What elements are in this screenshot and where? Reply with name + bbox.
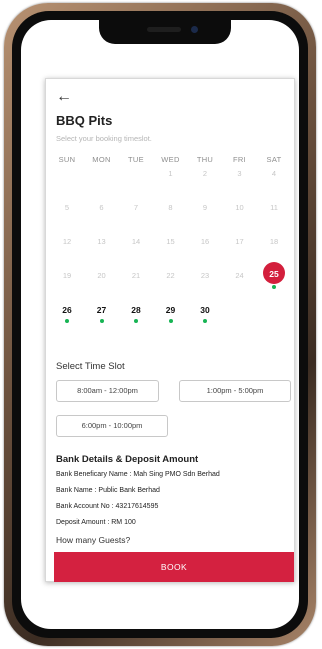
calendar-day-number: 11	[270, 203, 278, 212]
speaker-grille	[147, 27, 181, 32]
calendar-day-number: 26	[62, 305, 72, 315]
calendar-week: 26 27 28 29 30	[46, 293, 294, 327]
calendar-day-number: 25	[269, 269, 279, 279]
calendar-day: 14	[119, 225, 153, 259]
calendar-day-number: 10	[235, 203, 244, 212]
calendar-day-number: 5	[64, 203, 70, 212]
calendar-day[interactable]: 29	[154, 293, 188, 327]
calendar-day-number: 27	[96, 305, 107, 315]
calendar-day-number: 2	[202, 169, 208, 178]
availability-dot	[272, 285, 276, 289]
availability-dot	[168, 319, 173, 323]
calendar-day-number: 22	[166, 271, 175, 280]
calendar-day: 23	[188, 259, 222, 293]
calendar-weekday-header: SUN MON TUE WED THU FRI SAT	[46, 143, 294, 164]
time-slot-option[interactable]: 1:00pm - 5:00pm	[179, 380, 291, 402]
calendar-week: 19 20 21 22 23 24 25	[46, 259, 294, 293]
calendar-day-number: 6	[99, 203, 104, 212]
calendar-day-number: 16	[200, 237, 210, 246]
calendar-day: 2	[188, 157, 222, 191]
calendar-day: 7	[119, 191, 153, 225]
calendar-day[interactable]: 26	[50, 293, 84, 327]
availability-dot	[134, 319, 138, 323]
calendar-day: 4	[257, 157, 291, 191]
calendar-day: 18	[257, 225, 291, 259]
availability-dot	[203, 319, 207, 323]
calendar-day-number: 8	[168, 203, 173, 212]
calendar-day-number: 1	[168, 169, 173, 178]
calendar-day-number: 9	[202, 203, 208, 212]
calendar-week: 12 13 14 15 16 17 18	[46, 225, 294, 259]
calendar-day: 20	[85, 259, 119, 293]
calendar-day: 6	[85, 191, 119, 225]
calendar-day-number: 14	[131, 237, 141, 246]
calendar-day: 12	[50, 225, 84, 259]
page-subtitle: Select your booking timeslot.	[56, 134, 152, 143]
book-button[interactable]: BOOK	[54, 552, 294, 582]
guests-label: How many Guests?	[56, 535, 131, 545]
calendar-day: 17	[223, 225, 257, 259]
calendar-day: 13	[85, 225, 119, 259]
booking-card: ← BBQ Pits Select your booking timeslot.…	[45, 78, 295, 582]
bank-details-heading: Bank Details & Deposit Amount	[56, 454, 199, 465]
calendar-day: 19	[50, 259, 84, 293]
calendar-week: 5 6 7 8 9 10 11	[46, 191, 294, 225]
bank-beneficiary: Bank Beneficary Name : Mah Sing PMO Sdn …	[56, 471, 220, 478]
calendar-week: 1 2 3 4	[46, 157, 294, 191]
calendar-day: 1	[154, 157, 188, 191]
calendar-day-number: 29	[165, 305, 176, 315]
back-arrow-icon[interactable]: ←	[56, 89, 72, 105]
time-slot-option[interactable]: 6:00pm - 10:00pm	[56, 415, 168, 437]
calendar-day-number: 7	[133, 203, 139, 212]
calendar-day: 21	[119, 259, 153, 293]
calendar: SUN MON TUE WED THU FRI SAT 1 2 3 4 5 6 7 8 9 10 11 12 13 14…	[46, 143, 294, 327]
calendar-day: 10	[223, 191, 257, 225]
calendar-day[interactable]: 28	[119, 293, 153, 327]
calendar-day-number: 20	[97, 271, 106, 280]
time-slot-option[interactable]: 8:00am - 12:00pm	[56, 380, 159, 402]
bank-account-no: Bank Account No : 43217614595	[56, 503, 159, 510]
calendar-day[interactable]: 30	[188, 293, 222, 327]
calendar-day: 9	[188, 191, 222, 225]
calendar-day-number: 23	[200, 271, 210, 280]
calendar-day: 8	[154, 191, 188, 225]
calendar-day-number: 30	[200, 305, 210, 315]
calendar-day-selected[interactable]: 25	[257, 259, 291, 293]
calendar-day-number: 17	[235, 237, 244, 246]
calendar-day-number: 4	[271, 169, 277, 178]
calendar-day: 5	[50, 191, 84, 225]
calendar-day-number: 24	[235, 271, 244, 280]
calendar-day: 3	[223, 157, 257, 191]
availability-dot	[65, 319, 69, 323]
calendar-day-number: 21	[131, 271, 141, 280]
calendar-day: 24	[223, 259, 257, 293]
calendar-day[interactable]: 27	[85, 293, 119, 327]
phone-screen: ← BBQ Pits Select your booking timeslot.…	[21, 20, 299, 629]
calendar-day-number: 19	[62, 271, 72, 280]
bank-name: Bank Name : Public Bank Berhad	[56, 487, 160, 494]
deposit-amount: Deposit Amount : RM 100	[56, 519, 136, 526]
phone-frame: ← BBQ Pits Select your booking timeslot.…	[4, 3, 316, 646]
calendar-day-number: 12	[62, 237, 72, 246]
calendar-day: 16	[188, 225, 222, 259]
calendar-day-number: 13	[97, 237, 106, 246]
phone-bezel: ← BBQ Pits Select your booking timeslot.…	[12, 11, 308, 638]
availability-dot	[99, 319, 104, 323]
calendar-day: 15	[154, 225, 188, 259]
calendar-day: 22	[154, 259, 188, 293]
time-slot-heading: Select Time Slot	[56, 361, 125, 372]
page-title: BBQ Pits	[56, 113, 113, 128]
calendar-day-number: 15	[166, 237, 175, 246]
front-camera	[191, 26, 198, 33]
phone-notch	[99, 20, 231, 44]
calendar-day-number: 28	[131, 305, 141, 315]
calendar-day: 11	[257, 191, 291, 225]
calendar-day-number: 18	[269, 237, 279, 246]
calendar-day-number: 3	[237, 169, 242, 178]
